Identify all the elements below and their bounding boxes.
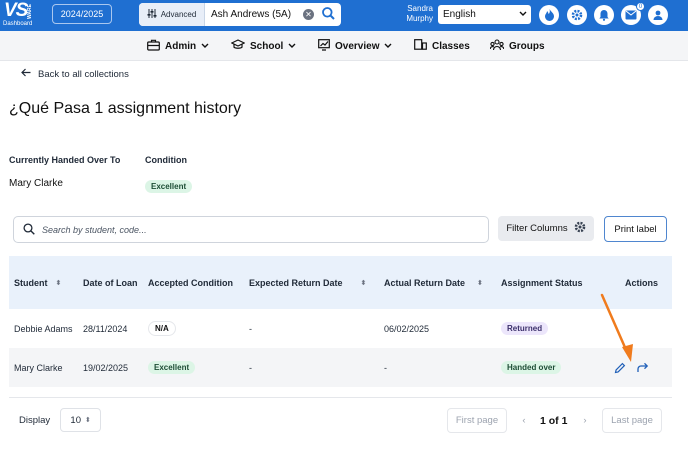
- cell-actual-return: -: [384, 362, 387, 373]
- annotation-arrow: [600, 293, 633, 362]
- column-header-accepted-condition[interactable]: Accepted Condition: [148, 256, 233, 309]
- nav-overview[interactable]: Overview: [318, 31, 392, 61]
- chevron-right-icon[interactable]: ›: [575, 408, 595, 433]
- cell-date-of-loan: 19/02/2025: [83, 362, 129, 373]
- page-size-select[interactable]: 10 ⬍: [60, 408, 102, 432]
- divider: [9, 397, 672, 398]
- groups-icon: [489, 38, 505, 54]
- advanced-search-button[interactable]: Advanced: [139, 3, 205, 26]
- table-row[interactable]: Debbie Adams 28/11/2024 N/A - 06/02/2025…: [9, 309, 672, 348]
- condition-badge: Excellent: [148, 361, 196, 374]
- search-icon: [23, 222, 35, 237]
- cell-actual-return: 06/02/2025: [384, 323, 430, 334]
- cell-accepted-condition: N/A: [148, 309, 176, 348]
- condition-badge: N/A: [148, 321, 176, 336]
- nav-admin[interactable]: Admin: [147, 31, 209, 61]
- sort-icon: ⬍: [477, 279, 483, 287]
- handed-over-label: Currently Handed Over To: [9, 155, 121, 165]
- chevron-down-icon: [201, 41, 209, 52]
- display-label: Display: [19, 414, 51, 426]
- search-placeholder: Search by student, code...: [42, 224, 147, 235]
- classes-icon: [414, 39, 427, 53]
- cell-student: Debbie Adams: [14, 323, 73, 334]
- current-holder: Mary Clarke: [9, 178, 63, 189]
- gear-icon[interactable]: [567, 5, 587, 25]
- column-header-expected-return-date[interactable]: Expected Return Date ⬍: [249, 256, 366, 309]
- chevron-down-icon: [384, 41, 392, 52]
- nav-school[interactable]: School: [230, 31, 296, 61]
- cell-status: Returned: [501, 309, 549, 348]
- main-nav: Admin School Overview Classes Groups: [0, 31, 688, 61]
- chart-icon: [318, 38, 330, 54]
- user-name[interactable]: Sandra Murphy: [397, 4, 433, 24]
- cell-accepted-condition: Excellent: [148, 348, 196, 387]
- clear-icon[interactable]: ✕: [303, 9, 314, 20]
- briefcase-icon: [147, 39, 160, 54]
- advanced-label: Advanced: [160, 10, 197, 19]
- chevron-left-icon[interactable]: ‹: [514, 408, 534, 433]
- logo-text: VS: [4, 0, 28, 21]
- last-page-button[interactable]: Last page: [602, 408, 662, 433]
- table-header: Student ⬍ Date of Loan Accepted Conditio…: [9, 256, 672, 309]
- condition-label: Condition: [145, 155, 187, 165]
- sort-icon: ⬍: [360, 279, 367, 287]
- dashboard-label: Dashboard: [3, 21, 33, 27]
- cell-status: Handed over: [501, 348, 562, 387]
- nav-groups[interactable]: Groups: [489, 31, 545, 61]
- cell-date-of-loan: 28/11/2024: [83, 323, 128, 334]
- page-title: ¿Qué Pasa 1 assignment history: [9, 100, 242, 117]
- table-row[interactable]: Mary Clarke 19/02/2025 Excellent - - Han…: [9, 348, 672, 387]
- gear-icon: [574, 221, 586, 236]
- bell-icon[interactable]: [594, 5, 614, 25]
- chevron-down-icon: [519, 9, 527, 20]
- mail-badge: 0: [636, 2, 645, 11]
- search-icon[interactable]: [322, 6, 335, 23]
- global-search-input[interactable]: Ash Andrews (5A): [205, 9, 303, 20]
- nav-classes[interactable]: Classes: [414, 31, 470, 61]
- app-logo[interactable]: VS WARE Dashboard: [3, 0, 37, 31]
- page-size-control: Display 10 ⬍: [9, 408, 102, 432]
- academic-year-button[interactable]: 2024/2025: [52, 4, 112, 24]
- status-badge: Returned: [501, 322, 549, 335]
- column-header-actual-return-date[interactable]: Actual Return Date ⬍: [384, 256, 483, 309]
- top-bar: VS WARE Dashboard 2024/2025 Advanced Ash…: [0, 0, 688, 31]
- graduation-cap-icon: [230, 39, 246, 53]
- language-select[interactable]: English: [438, 5, 531, 24]
- column-header-date-of-loan[interactable]: Date of Loan: [83, 256, 138, 309]
- first-page-button[interactable]: First page: [447, 408, 507, 433]
- sort-icon: ⬍: [85, 417, 91, 424]
- arrow-left-icon: [21, 68, 31, 80]
- user-icon[interactable]: [648, 5, 668, 25]
- condition-badge: Excellent: [145, 178, 193, 193]
- sliders-icon: [147, 9, 157, 20]
- column-header-student[interactable]: Student ⬍: [14, 256, 61, 309]
- page-info: 1 of 1: [540, 414, 568, 427]
- print-label-button[interactable]: Print label: [604, 216, 667, 242]
- chevron-down-icon: [288, 41, 296, 52]
- logo-subtext: WARE: [27, 4, 33, 19]
- sort-icon: ⬍: [55, 279, 62, 287]
- cell-expected-return: -: [249, 362, 252, 373]
- fire-icon[interactable]: [539, 5, 559, 25]
- filter-columns-button[interactable]: Filter Columns: [498, 216, 594, 241]
- cell-student: Mary Clarke: [14, 362, 63, 373]
- status-badge: Handed over: [501, 361, 562, 374]
- global-search: Advanced Ash Andrews (5A) ✕: [139, 3, 341, 26]
- column-header-assignment-status[interactable]: Assignment Status: [501, 256, 583, 309]
- table-search-input[interactable]: Search by student, code...: [13, 216, 489, 243]
- cell-expected-return: -: [249, 323, 252, 334]
- back-to-collections-link[interactable]: Back to all collections: [21, 68, 129, 80]
